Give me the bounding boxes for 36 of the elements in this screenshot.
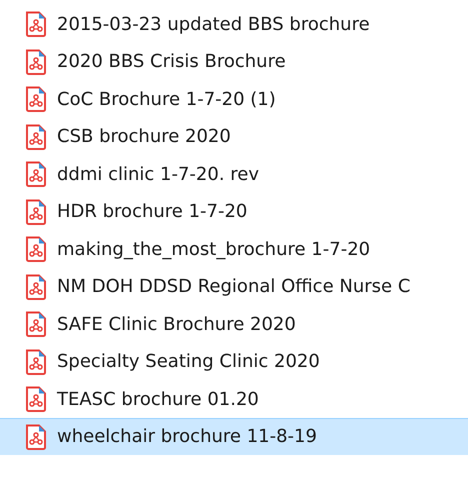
file-name: ddmi clinic 1-7-20. rev bbox=[57, 162, 260, 187]
file-name: 2015-03-23 updated BBS brochure bbox=[57, 12, 370, 37]
file-row[interactable]: TEASC brochure 01.20 bbox=[0, 380, 468, 418]
file-name: NM DOH DDSD Regional Office Nurse C bbox=[57, 275, 410, 300]
file-name: SAFE Clinic Brochure 2020 bbox=[57, 312, 296, 337]
pdf-file-icon bbox=[25, 161, 47, 188]
file-name: making_the_most_brochure 1-7-20 bbox=[57, 238, 370, 262]
file-row[interactable]: 2015-03-23 updated BBS brochure bbox=[0, 5, 468, 42]
file-row[interactable]: 2020 BBS Crisis Brochure bbox=[0, 42, 468, 80]
file-name: HDR brochure 1-7-20 bbox=[57, 200, 248, 224]
pdf-file-icon bbox=[25, 198, 47, 225]
file-name: CoC Brochure 1-7-20 (1) bbox=[57, 88, 276, 112]
file-name: TEASC brochure 01.20 bbox=[57, 388, 259, 412]
pdf-file-icon bbox=[25, 124, 47, 150]
pdf-file-icon bbox=[25, 11, 47, 38]
file-name: CSB brochure 2020 bbox=[57, 125, 231, 150]
pdf-file-icon bbox=[25, 274, 47, 300]
pdf-file-icon bbox=[25, 236, 47, 262]
file-row[interactable]: HDR brochure 1-7-20 bbox=[0, 192, 468, 230]
file-row[interactable]: CSB brochure 2020 bbox=[0, 118, 468, 155]
file-row[interactable]: making_the_most_brochure 1-7-20 bbox=[0, 230, 468, 268]
pdf-file-icon bbox=[25, 348, 47, 375]
file-row[interactable]: SAFE Clinic Brochure 2020 bbox=[0, 305, 468, 342]
pdf-file-icon bbox=[25, 424, 47, 450]
file-name: 2020 BBS Crisis Brochure bbox=[57, 50, 286, 74]
pdf-file-icon bbox=[25, 386, 47, 412]
file-name: wheelchair brochure 11-8-19 bbox=[57, 425, 317, 450]
file-name: Specialty Seating Clinic 2020 bbox=[57, 350, 320, 374]
file-row[interactable]: ddmi clinic 1-7-20. rev bbox=[0, 155, 468, 192]
pdf-file-icon bbox=[25, 48, 47, 75]
pdf-file-icon bbox=[25, 311, 47, 338]
file-row[interactable]: NM DOH DDSD Regional Office Nurse C bbox=[0, 268, 468, 305]
file-row[interactable]: wheelchair brochure 11-8-19 bbox=[0, 418, 468, 455]
file-row[interactable]: CoC Brochure 1-7-20 (1) bbox=[0, 80, 468, 118]
pdf-file-icon bbox=[25, 86, 47, 112]
file-row[interactable]: Specialty Seating Clinic 2020 bbox=[0, 342, 468, 380]
